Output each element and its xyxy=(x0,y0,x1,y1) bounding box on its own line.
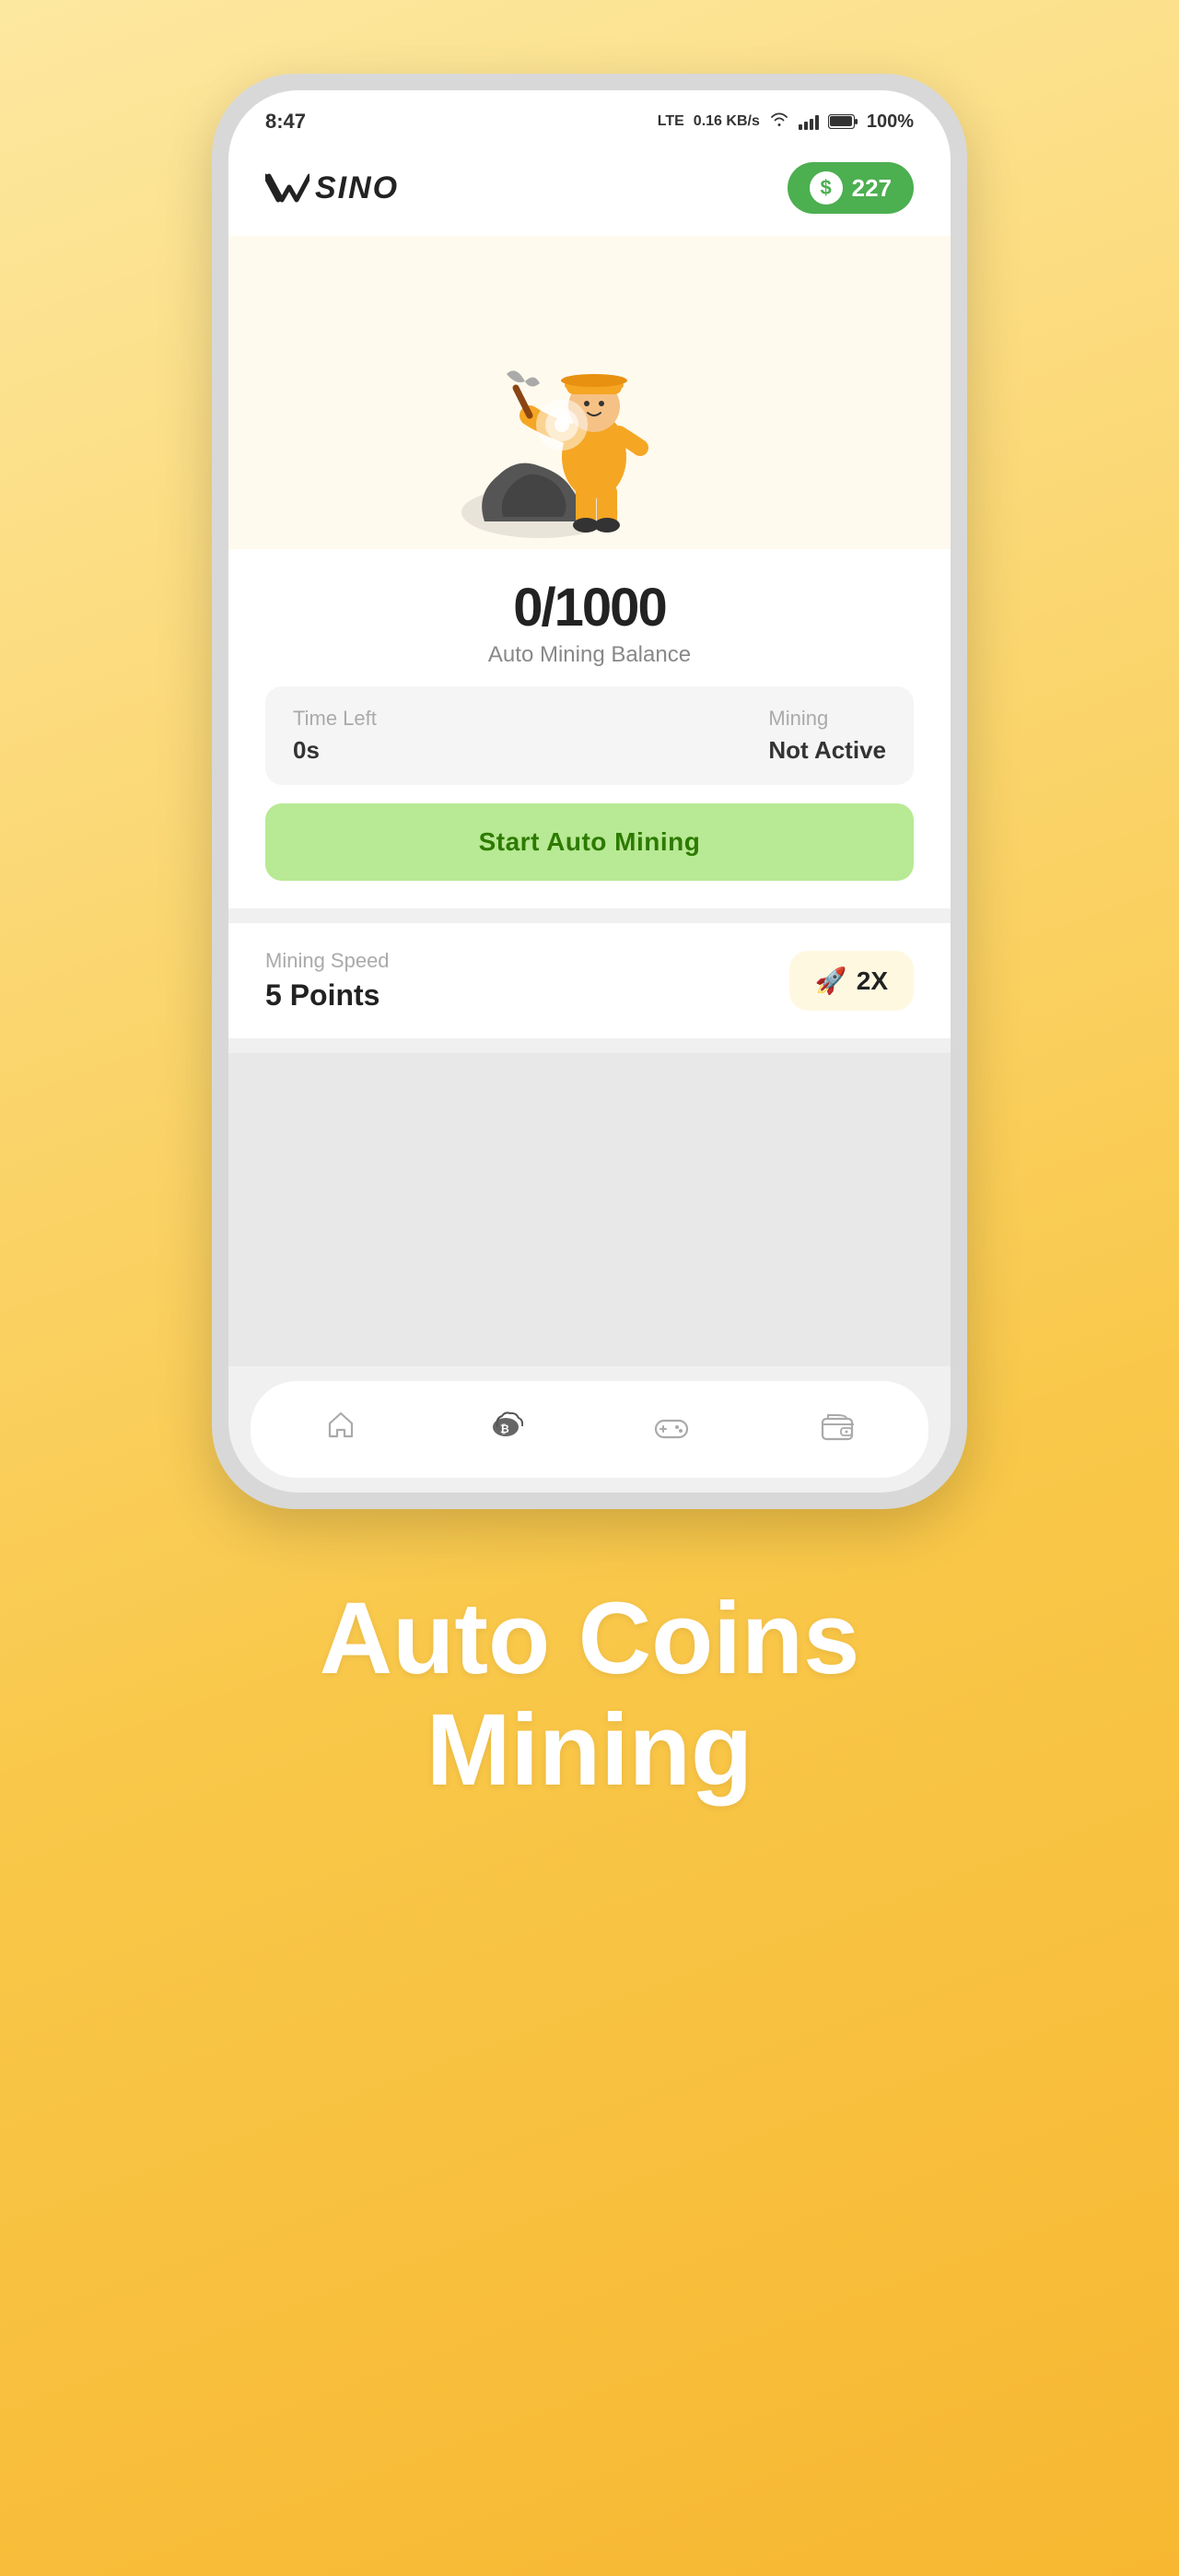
balance-label: Auto Mining Balance xyxy=(265,642,914,668)
battery-percent: 100% xyxy=(867,111,914,133)
logo-icon xyxy=(265,170,309,205)
mining-stats: 0/1000 Auto Mining Balance Time Left 0s … xyxy=(228,549,951,908)
wifi-icon xyxy=(769,111,789,133)
notch xyxy=(408,109,555,135)
balance-display: 0/1000 Auto Mining Balance xyxy=(265,577,914,668)
home-icon xyxy=(325,1410,356,1449)
balance-badge: $ 227 xyxy=(788,162,914,214)
boost-badge[interactable]: 🚀 2X xyxy=(789,951,914,1011)
status-icons: LTE 0.16 KB/s xyxy=(658,111,914,133)
nav-home[interactable] xyxy=(307,1400,375,1458)
mining-label: Mining xyxy=(768,707,886,731)
speed-value: 5 Points xyxy=(265,978,390,1013)
battery-icon xyxy=(828,114,858,129)
status-time: 8:47 xyxy=(265,110,306,134)
status-bar: 8:47 LTE 0.16 KB/s xyxy=(228,90,951,144)
wallet-icon xyxy=(821,1411,854,1449)
bitcoin-cloud-icon: ₿ xyxy=(488,1409,523,1450)
logo-text: SINO xyxy=(315,170,399,206)
mining-status-value: Not Active xyxy=(768,736,886,765)
page-title: Auto Coins Mining xyxy=(320,1583,860,1806)
gamepad-icon xyxy=(654,1411,689,1449)
speed-label: Mining Speed xyxy=(265,949,390,973)
time-left-label: Time Left xyxy=(293,707,377,731)
mining-info-row: Time Left 0s Mining Not Active xyxy=(265,686,914,785)
rocket-icon: 🚀 xyxy=(815,966,847,996)
start-mining-button[interactable]: Start Auto Mining xyxy=(265,803,914,881)
mining-status-item: Mining Not Active xyxy=(768,707,886,765)
page-title-line2: Mining xyxy=(320,1694,860,1806)
mining-illustration xyxy=(228,236,951,549)
bottom-nav: ₿ xyxy=(251,1381,928,1478)
signal-icon xyxy=(799,113,819,130)
page-title-line1: Auto Coins xyxy=(320,1583,860,1694)
miner-figure xyxy=(488,282,691,540)
time-left-value: 0s xyxy=(293,736,377,765)
speed-card: Mining Speed 5 Points 🚀 2X xyxy=(228,923,951,1038)
phone-screen: 8:47 LTE 0.16 KB/s xyxy=(228,90,951,1493)
app-header: SINO $ 227 xyxy=(228,144,951,236)
nav-mining[interactable]: ₿ xyxy=(470,1399,542,1459)
balance-value: 227 xyxy=(852,174,892,203)
dollar-icon: $ xyxy=(810,171,843,205)
balance-number: 0/1000 xyxy=(265,577,914,638)
boost-label: 2X xyxy=(857,966,888,996)
svg-text:₿: ₿ xyxy=(500,1423,509,1435)
app-logo: SINO xyxy=(265,170,399,206)
speed-indicator: 0.16 KB/s xyxy=(694,113,760,130)
time-left-item: Time Left 0s xyxy=(293,707,377,765)
nav-wallet[interactable] xyxy=(802,1401,872,1458)
phone-frame: 8:47 LTE 0.16 KB/s xyxy=(212,74,967,1509)
speed-info: Mining Speed 5 Points xyxy=(265,949,390,1013)
nav-games[interactable] xyxy=(636,1401,707,1458)
content-area xyxy=(228,1053,951,1366)
lte-icon: LTE xyxy=(658,113,684,130)
